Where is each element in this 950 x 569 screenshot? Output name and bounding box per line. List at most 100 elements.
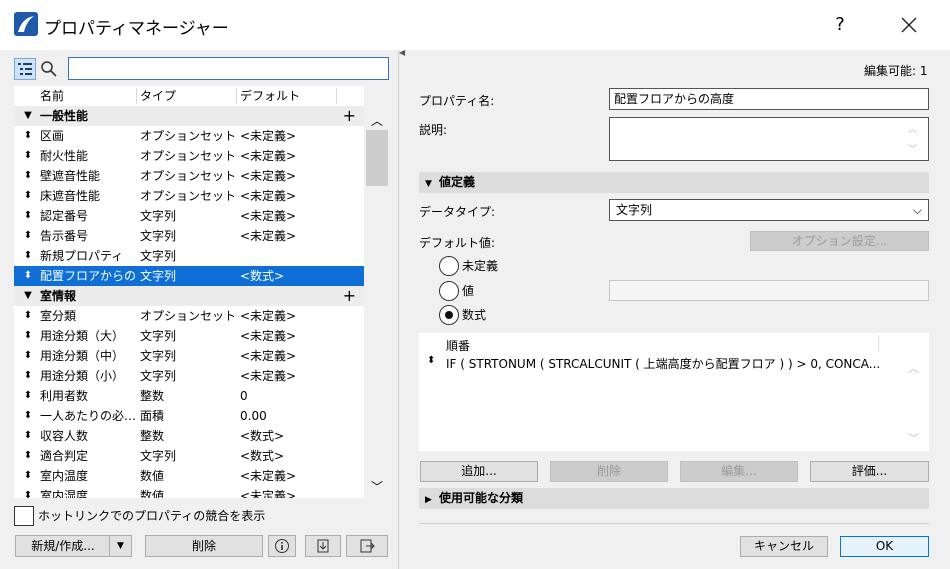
export-icon[interactable] bbox=[346, 535, 388, 557]
drag-handle-icon[interactable]: ⬍ bbox=[22, 446, 34, 466]
panel-splitter[interactable] bbox=[398, 50, 406, 569]
classification-section[interactable]: ▶ 使用可能な分類 bbox=[419, 488, 929, 509]
list-item[interactable]: ⬍ 適合判定 文字列 <数式> bbox=[14, 446, 364, 466]
property-name: 耐火性能 bbox=[40, 149, 89, 163]
property-default: <未定義> bbox=[240, 129, 297, 143]
property-default: <数式> bbox=[240, 429, 285, 443]
drag-handle-icon[interactable]: ⬍ bbox=[22, 246, 34, 266]
drag-handle-icon[interactable]: ⬍ bbox=[22, 266, 34, 286]
new-create-button[interactable]: 新規/作成... ▼ bbox=[15, 535, 132, 557]
close-icon[interactable] bbox=[894, 10, 924, 40]
list-item[interactable]: ⬍ 新規プロパティ 文字列 bbox=[14, 246, 364, 266]
info-icon[interactable] bbox=[268, 535, 296, 557]
scroll-thumb[interactable] bbox=[366, 130, 388, 186]
list-item[interactable]: ⬍ 配置フロアからの… 文字列 <数式> bbox=[14, 266, 364, 286]
property-default: <数式> bbox=[240, 449, 285, 463]
list-item[interactable]: ⬍ 用途分類（中） 文字列 <未定義> bbox=[14, 346, 364, 366]
list-group-header[interactable]: ▼ 一般性能 + bbox=[14, 106, 364, 126]
list-item[interactable]: ⬍ 用途分類（大） 文字列 <未定義> bbox=[14, 326, 364, 346]
property-name-field[interactable]: 配置フロアからの高度 bbox=[609, 88, 929, 110]
option-settings-button[interactable]: オプション設定... bbox=[750, 231, 929, 251]
formula-scroll-down-icon[interactable]: ﹀ bbox=[908, 430, 919, 446]
drag-handle-icon[interactable]: ⬍ bbox=[22, 206, 34, 226]
drag-handle-icon[interactable]: ⬍ bbox=[22, 306, 34, 326]
hotlink-conflict-label: ホットリンクでのプロパティの競合を表示 bbox=[38, 509, 266, 523]
list-item[interactable]: ⬍ 利用者数 整数 0 bbox=[14, 386, 364, 406]
drag-handle-icon[interactable]: ⬍ bbox=[22, 326, 34, 346]
tree-view-icon[interactable] bbox=[14, 58, 36, 80]
add-icon[interactable]: + bbox=[343, 106, 356, 126]
description-scroll-down-icon[interactable]: ﹀ bbox=[908, 142, 917, 155]
drag-handle-icon[interactable]: ⬍ bbox=[22, 386, 34, 406]
property-type: 文字列 bbox=[140, 449, 177, 463]
radio-value-label: 値 bbox=[462, 284, 475, 298]
value-definition-section[interactable]: ▼ 値定義 bbox=[419, 172, 929, 193]
ok-button[interactable]: OK bbox=[840, 536, 929, 557]
scroll-down-icon[interactable]: ﹀ bbox=[369, 478, 385, 494]
evaluate-button[interactable]: 評価... bbox=[810, 461, 929, 482]
drag-handle-icon[interactable]: ⬍ bbox=[22, 226, 34, 246]
formula-scroll-up-icon[interactable]: ︿ bbox=[908, 360, 919, 376]
import-icon[interactable] bbox=[305, 535, 341, 557]
new-dropdown-chevron-icon[interactable]: ▼ bbox=[109, 536, 131, 556]
formula-row[interactable]: IF ( STRTONUM ( STRCALCUNIT ( 上端高度から配置フロ… bbox=[446, 355, 886, 372]
property-name: 壁遮音性能 bbox=[40, 169, 101, 183]
drag-handle-icon[interactable]: ⬍ bbox=[22, 486, 34, 498]
expand-triangle-icon: ▶ bbox=[425, 495, 432, 505]
list-item[interactable]: ⬍ 壁遮音性能 オプションセット <未定義> bbox=[14, 166, 364, 186]
list-item[interactable]: ⬍ 一人あたりの必… 面積 0.00 bbox=[14, 406, 364, 426]
column-header-type[interactable]: タイプ bbox=[140, 86, 176, 106]
new-create-label: 新規/作成... bbox=[31, 539, 95, 553]
description-field[interactable] bbox=[609, 117, 929, 161]
list-group-header[interactable]: ▼ 室情報 + bbox=[14, 286, 364, 306]
drag-handle-icon[interactable]: ⬍ bbox=[22, 366, 34, 386]
cancel-button[interactable]: キャンセル bbox=[740, 536, 828, 557]
hotlink-conflict-checkbox[interactable] bbox=[14, 506, 34, 526]
radio-value[interactable] bbox=[439, 281, 459, 301]
list-item[interactable]: ⬍ 区画 オプションセット <未定義> bbox=[14, 126, 364, 146]
list-item[interactable]: ⬍ 室内温度 数値 <未定義> bbox=[14, 466, 364, 486]
value-input[interactable] bbox=[609, 280, 929, 301]
column-header-name[interactable]: 名前 bbox=[40, 86, 64, 106]
search-input[interactable] bbox=[68, 57, 389, 80]
radio-formula[interactable] bbox=[439, 305, 459, 325]
radio-undefined[interactable] bbox=[439, 256, 459, 276]
drag-handle-icon[interactable]: ⬍ bbox=[427, 355, 435, 366]
collapse-triangle-icon[interactable]: ▼ bbox=[22, 286, 34, 306]
list-item[interactable]: ⬍ 用途分類（小） 文字列 <未定義> bbox=[14, 366, 364, 386]
add-icon[interactable]: + bbox=[343, 286, 356, 306]
drag-handle-icon[interactable]: ⬍ bbox=[22, 146, 34, 166]
description-scroll-up-icon[interactable]: ︿ bbox=[908, 122, 917, 135]
drag-handle-icon[interactable]: ⬍ bbox=[22, 466, 34, 486]
add-button[interactable]: 追加... bbox=[420, 461, 538, 482]
collapse-panel-icon[interactable]: ◀ bbox=[399, 48, 405, 57]
column-header-default[interactable]: デフォルト bbox=[240, 86, 300, 106]
list-item[interactable]: ⬍ 床遮音性能 オプションセット <未定義> bbox=[14, 186, 364, 206]
property-name: 告示番号 bbox=[40, 229, 89, 243]
edit-button[interactable]: 編集... bbox=[680, 461, 798, 482]
drag-handle-icon[interactable]: ⬍ bbox=[22, 346, 34, 366]
datatype-select[interactable]: 文字列 ⌵ bbox=[609, 199, 929, 221]
delete-property-button[interactable]: 削除 bbox=[145, 535, 263, 557]
delete-formula-button[interactable]: 削除 bbox=[550, 461, 668, 482]
list-item[interactable]: ⬍ 収容人数 整数 <数式> bbox=[14, 426, 364, 446]
list-item[interactable]: ⬍ 耐火性能 オプションセット <未定義> bbox=[14, 146, 364, 166]
property-default: <未定義> bbox=[240, 209, 297, 223]
drag-handle-icon[interactable]: ⬍ bbox=[22, 426, 34, 446]
drag-handle-icon[interactable]: ⬍ bbox=[22, 186, 34, 206]
list-item[interactable]: ⬍ 室内湿度 数値 <未定義> bbox=[14, 486, 364, 498]
list-item[interactable]: ⬍ 室分類 オプションセット <未定義> bbox=[14, 306, 364, 326]
collapse-triangle-icon: ▼ bbox=[425, 179, 432, 189]
drag-handle-icon[interactable]: ⬍ bbox=[22, 166, 34, 186]
property-name: 床遮音性能 bbox=[40, 189, 101, 203]
scroll-up-icon[interactable]: ︿ bbox=[369, 112, 385, 128]
list-item[interactable]: ⬍ 認定番号 文字列 <未定義> bbox=[14, 206, 364, 226]
drag-handle-icon[interactable]: ⬍ bbox=[22, 126, 34, 146]
drag-handle-icon[interactable]: ⬍ bbox=[22, 406, 34, 426]
collapse-triangle-icon[interactable]: ▼ bbox=[22, 106, 34, 126]
list-item[interactable]: ⬍ 告示番号 文字列 <未定義> bbox=[14, 226, 364, 246]
property-type: 文字列 bbox=[140, 229, 177, 243]
formula-column-header[interactable]: 順番 bbox=[446, 337, 470, 354]
value-definition-title: 値定義 bbox=[439, 175, 476, 189]
help-button[interactable]: ? bbox=[826, 10, 854, 40]
